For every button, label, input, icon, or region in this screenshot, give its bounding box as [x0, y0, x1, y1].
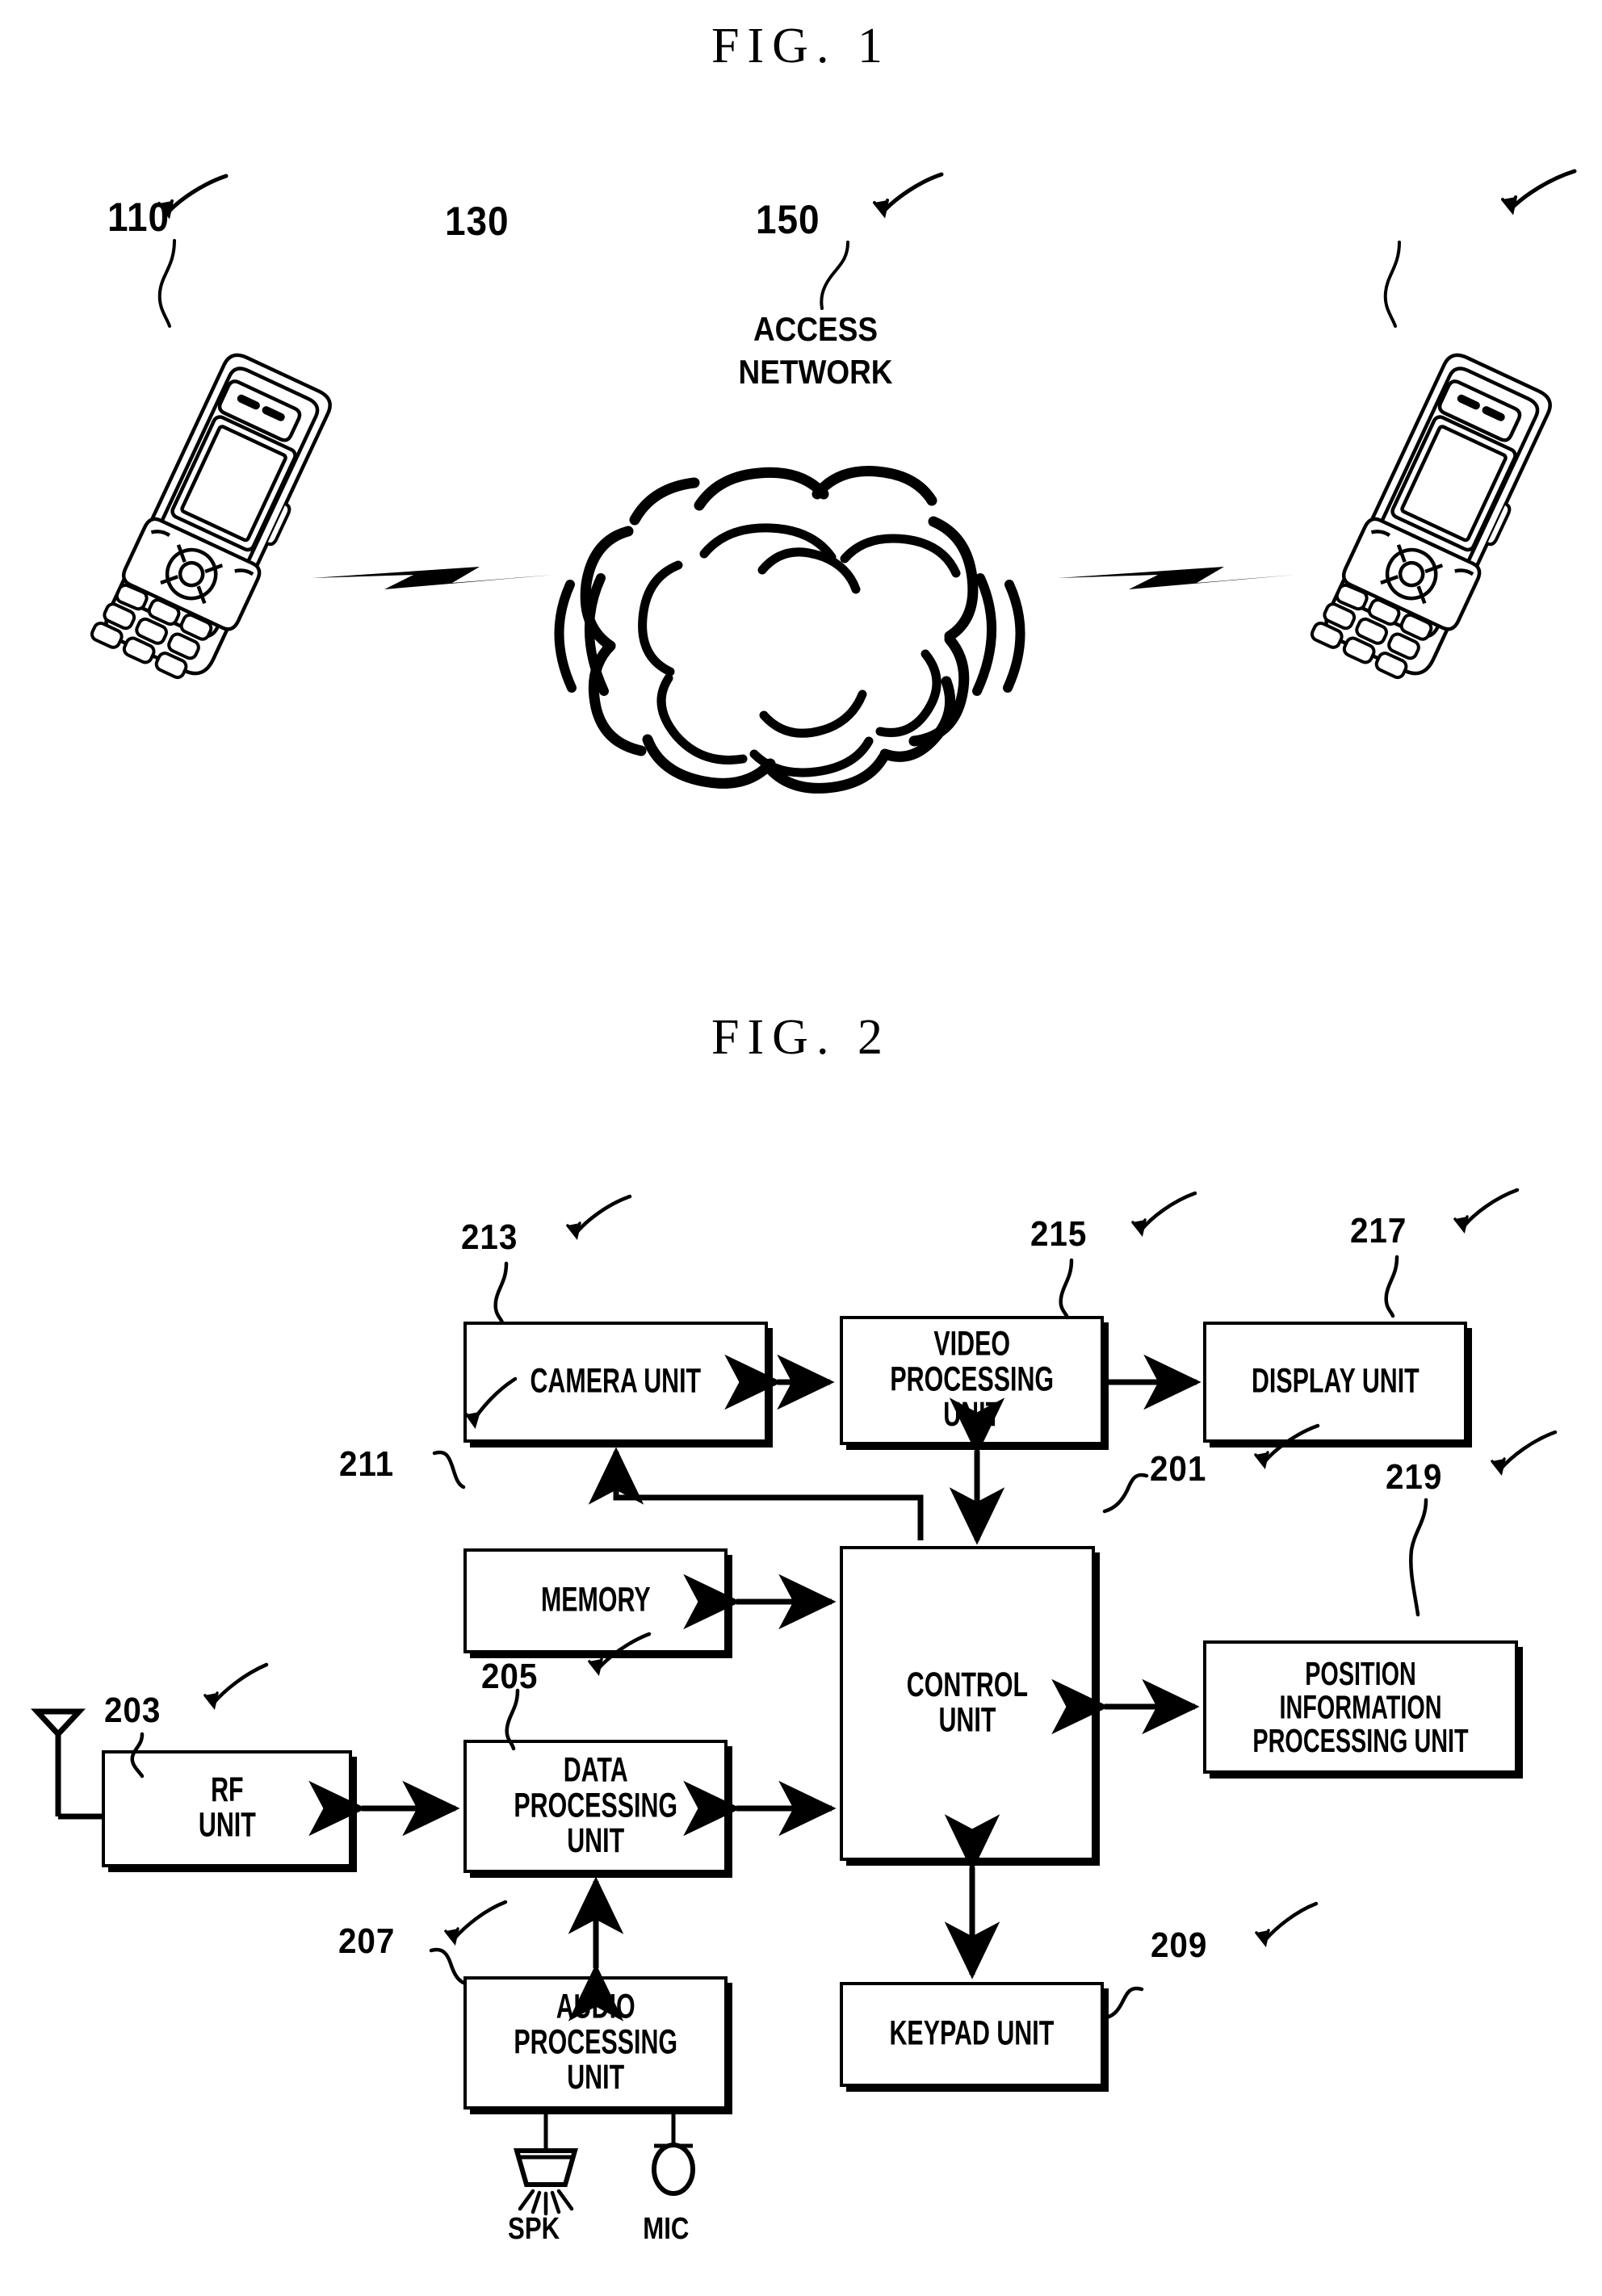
ref-219-label: 219: [1386, 1457, 1443, 1497]
block-memory-label: MEMORY: [540, 1581, 651, 1619]
block-keypad-unit[interactable]: KEYPAD UNIT: [840, 1982, 1104, 2087]
microphone-icon: [652, 2143, 695, 2196]
ref-207-label: 207: [338, 1921, 396, 1961]
antenna-icon: [30, 1708, 105, 1820]
block-position-information-processing-unit-label: POSITION INFORMATION PROCESSING UNIT: [1252, 1654, 1469, 1759]
block-display-unit-label: DISPLAY UNIT: [1251, 1362, 1420, 1401]
ref-217-label: 217: [1350, 1211, 1407, 1251]
block-keypad-unit-label: KEYPAD UNIT: [889, 2014, 1055, 2053]
mobile-terminal-right-icon: [1310, 353, 1552, 680]
block-camera-unit[interactable]: CAMERA UNIT: [463, 1322, 768, 1443]
block-video-processing-unit-label: VIDEO PROCESSING UNIT: [890, 1326, 1054, 1435]
ref-203-label: 203: [104, 1691, 161, 1730]
access-network-label: ACCESS NETWORK: [738, 310, 893, 391]
block-control-unit[interactable]: CONTROL UNIT: [840, 1546, 1095, 1861]
speaker-icon: [514, 2148, 578, 2216]
speaker-mic-leads: [543, 2110, 676, 2151]
rf-link-right-icon: [1058, 567, 1295, 589]
rf-link-left-icon: [312, 567, 554, 589]
block-camera-unit-label: CAMERA UNIT: [530, 1362, 702, 1401]
block-video-processing-unit[interactable]: VIDEO PROCESSING UNIT: [840, 1316, 1104, 1445]
mobile-terminal-left-icon: [90, 353, 332, 680]
block-data-processing-unit[interactable]: DATA PROCESSING UNIT: [463, 1740, 728, 1873]
ref-130-label: 130: [445, 199, 510, 244]
figure-1-title: FIG. 1: [711, 19, 891, 73]
ref-215-label: 215: [1030, 1214, 1088, 1254]
access-network-cloud-icon: [554, 466, 1025, 794]
ref-150-label: 150: [756, 197, 820, 242]
ref-201-label: 201: [1150, 1449, 1207, 1489]
block-memory[interactable]: MEMORY: [463, 1548, 728, 1653]
ref-213-label: 213: [461, 1217, 518, 1257]
patent-figure-sheet: FIG. 1 110 130 150 ACCESS NETWORK FIG. 2…: [0, 0, 1602, 2296]
ref-211-label: 211: [339, 1444, 395, 1484]
figure-2-title: FIG. 2: [711, 1010, 891, 1065]
block-rf-unit-label: RF UNIT: [198, 1771, 256, 1846]
ref-110-label: 110: [107, 195, 170, 240]
block-data-processing-unit-label: DATA PROCESSING UNIT: [514, 1751, 677, 1861]
ref-205-label: 205: [481, 1657, 539, 1696]
ref-209-label: 209: [1151, 1925, 1208, 1965]
block-audio-processing-unit-label: AUDIO PROCESSING UNIT: [514, 1988, 677, 2097]
block-display-unit[interactable]: DISPLAY UNIT: [1203, 1322, 1467, 1443]
mic-label: MIC: [643, 2212, 690, 2246]
block-control-unit-label: CONTROL UNIT: [906, 1665, 1029, 1740]
speaker-label: SPK: [508, 2212, 560, 2246]
block-position-information-processing-unit[interactable]: POSITION INFORMATION PROCESSING UNIT: [1203, 1640, 1518, 1774]
block-audio-processing-unit[interactable]: AUDIO PROCESSING UNIT: [463, 1976, 728, 2110]
block-rf-unit[interactable]: RF UNIT: [102, 1750, 352, 1867]
